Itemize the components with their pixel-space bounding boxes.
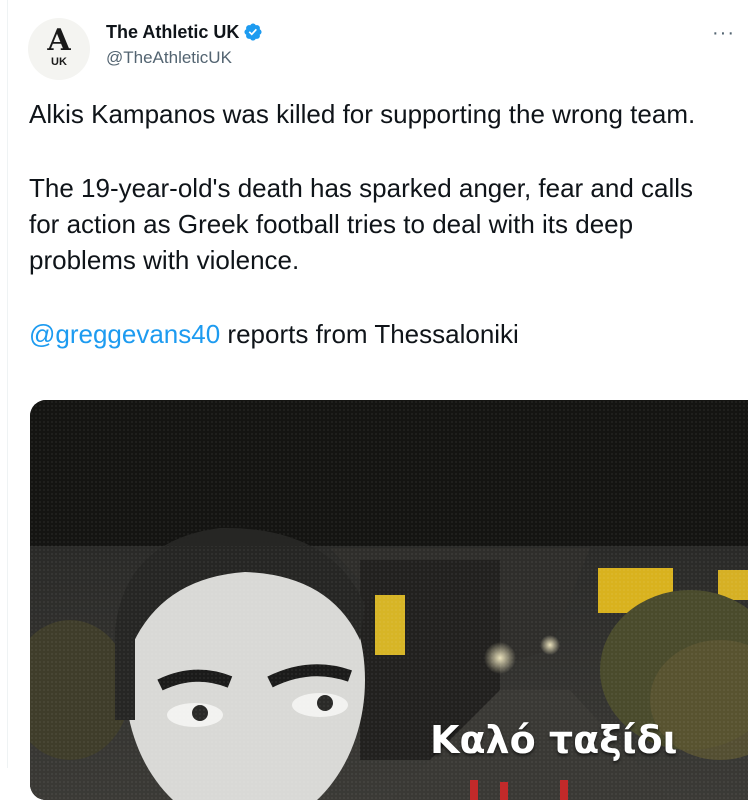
tweet-text: Alkis Kampanos was killed for supporting… (29, 96, 729, 352)
account-handle[interactable]: @TheAthleticUK (106, 48, 232, 68)
tweet-paragraph-1: Alkis Kampanos was killed for supporting… (29, 99, 696, 129)
verified-badge-icon (243, 22, 263, 42)
avatar-logo-letter: A (47, 23, 71, 58)
tweet-paragraph-2: The 19-year-old's death has sparked ange… (29, 173, 694, 275)
avatar-logo-sub: UK (51, 56, 67, 68)
author-row: The Athletic UK (106, 20, 263, 44)
image-caption-overlay: Καλό ταξίδι (430, 718, 678, 762)
mention-link[interactable]: @greggevans40 (29, 319, 220, 349)
tweet-paragraph-3: @greggevans40 reports from Thessaloniki (29, 316, 729, 352)
tweet-paragraph-3-text: reports from Thessaloniki (220, 319, 519, 349)
avatar[interactable]: A UK (28, 18, 90, 80)
display-name[interactable]: The Athletic UK (106, 22, 239, 43)
more-options-icon[interactable]: ··· (712, 22, 735, 45)
tweet-card[interactable]: A UK The Athletic UK @TheAthleticUK ··· … (0, 0, 748, 800)
